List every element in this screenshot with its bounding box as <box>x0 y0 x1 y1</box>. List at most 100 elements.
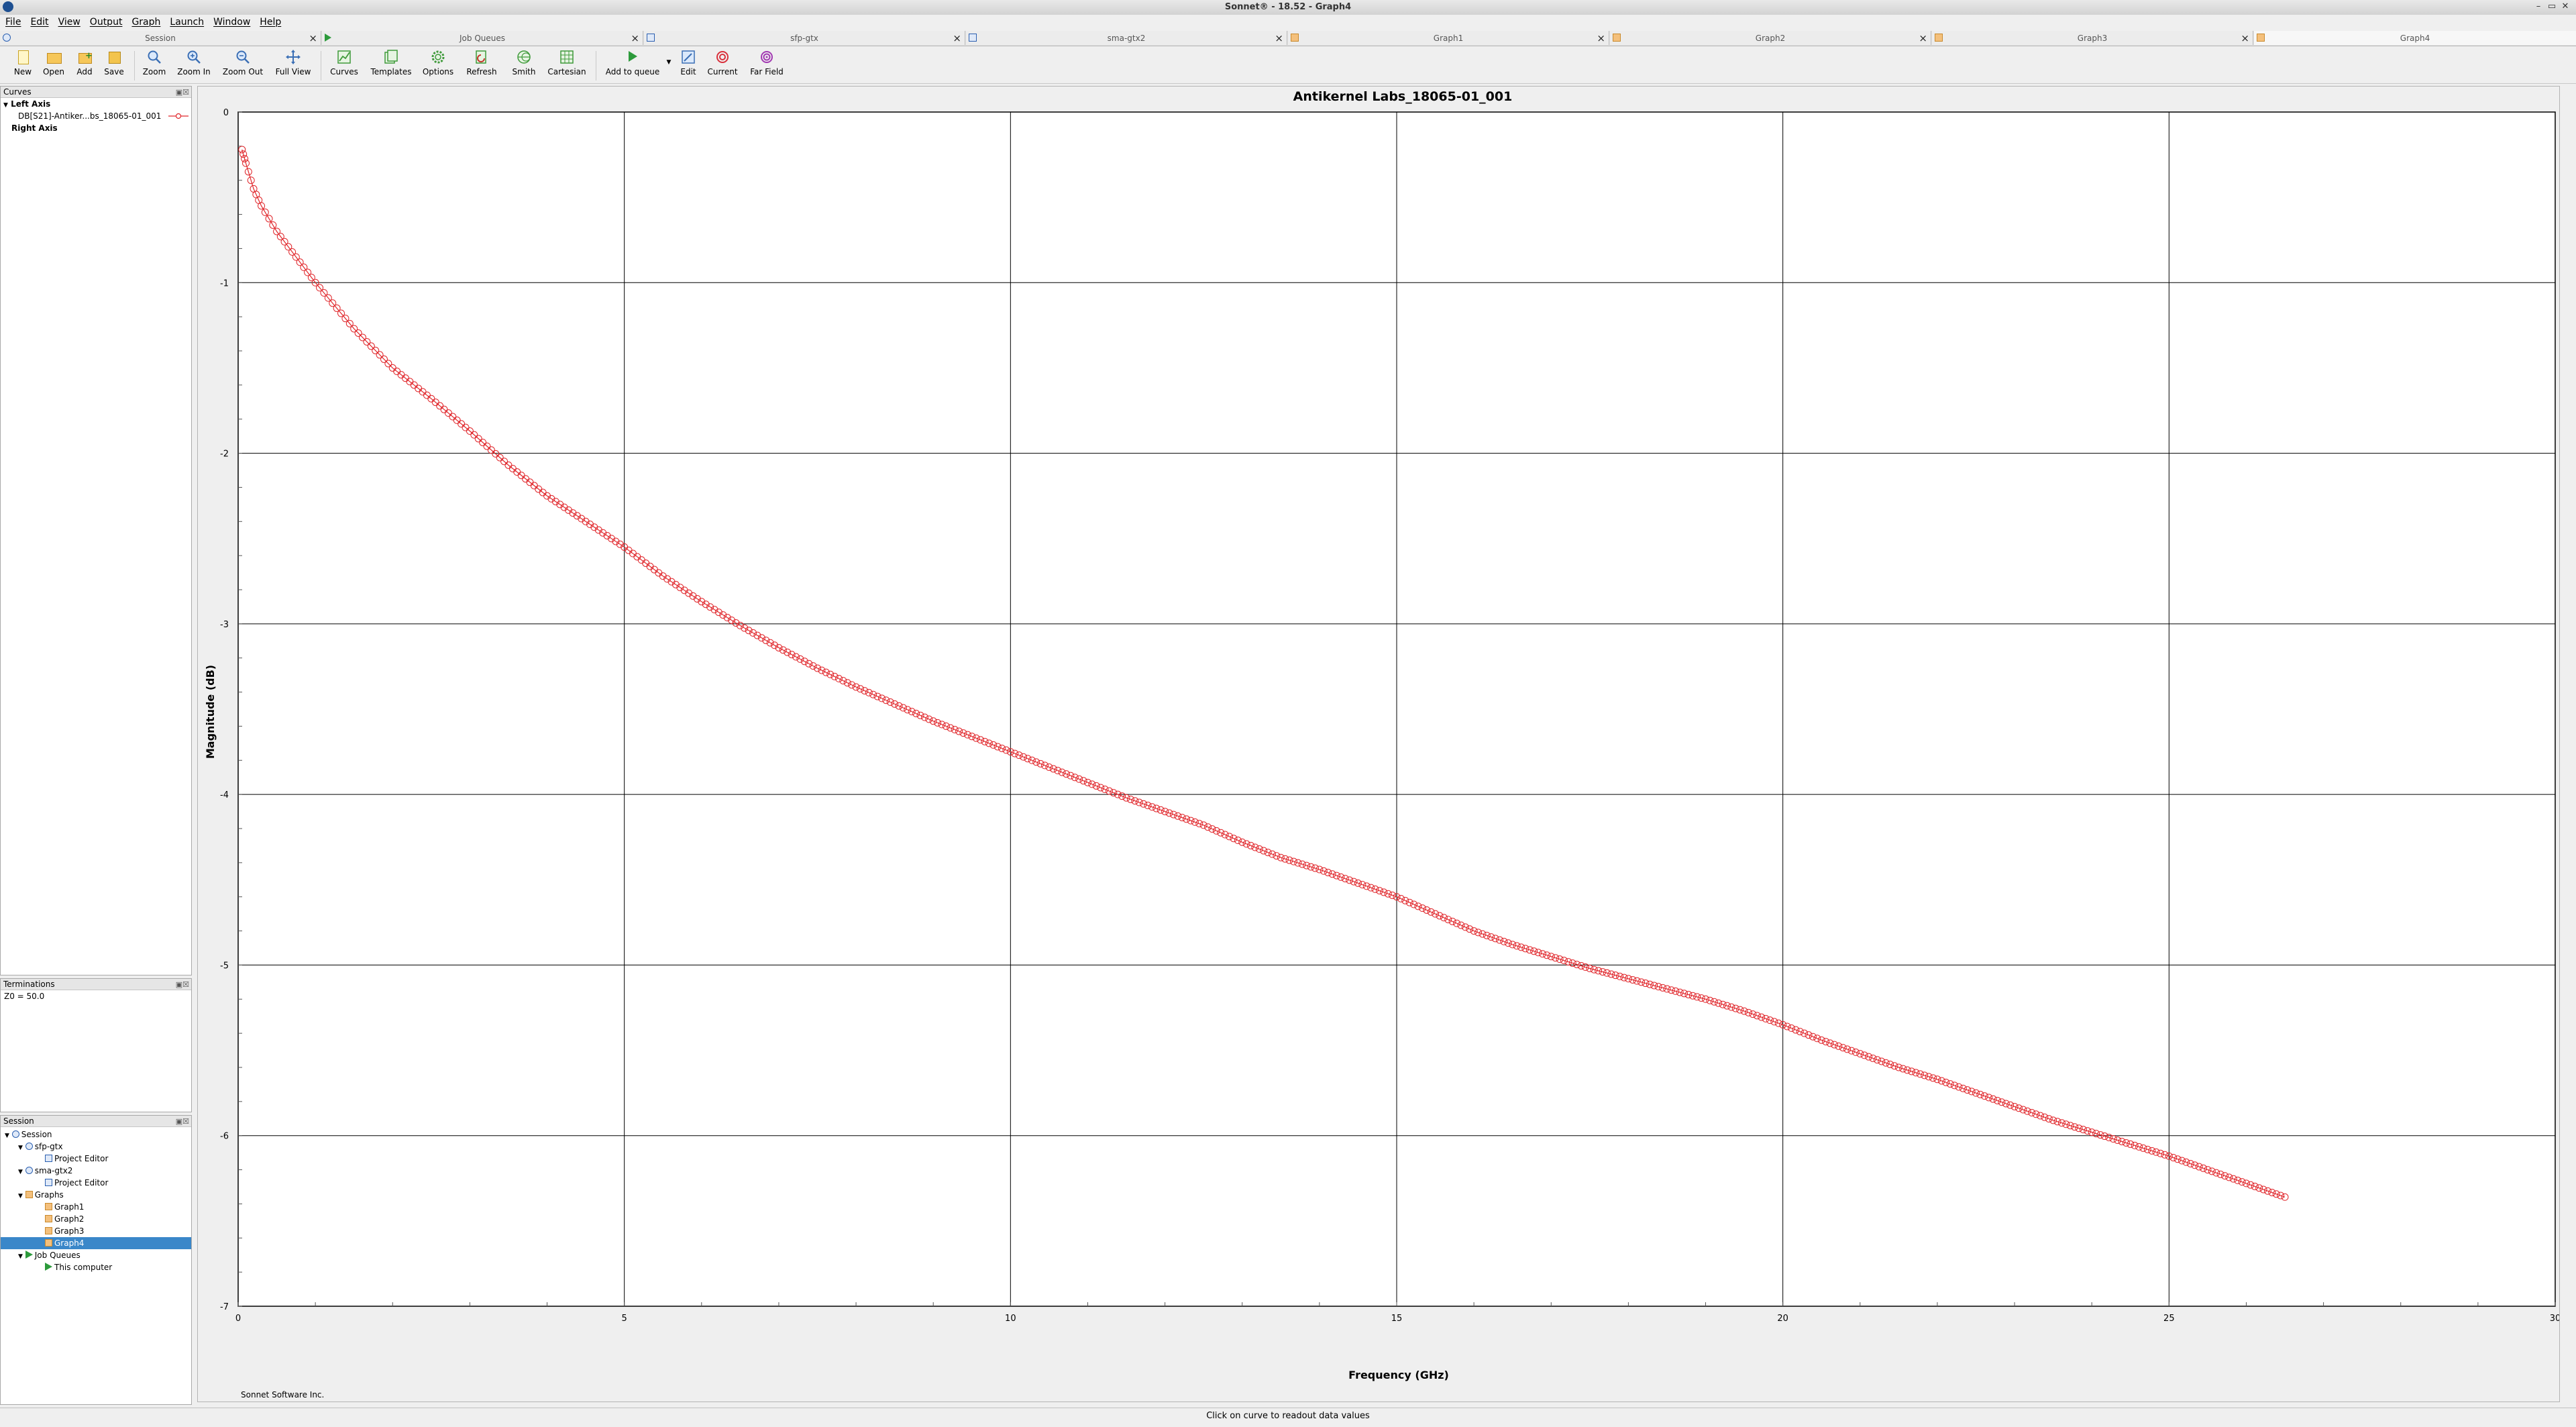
panel-float-close-icon[interactable]: ▣☒ <box>176 1116 189 1127</box>
terminations-panel: Terminations ▣☒ Z0 = 50.0 <box>0 978 192 1112</box>
tree-graph4[interactable]: Graph4 <box>1 1237 191 1249</box>
templates-icon <box>384 50 398 64</box>
x-tick-label: 15 <box>1391 1314 1403 1324</box>
tree-this-computer[interactable]: This computer <box>1 1261 191 1273</box>
close-icon[interactable]: ✕ <box>2559 1 2572 11</box>
collapse-icon[interactable]: ▼ <box>18 1193 23 1200</box>
y-tick-label: -2 <box>220 450 229 460</box>
curves-button[interactable]: Curves <box>327 50 361 76</box>
tree-graph3[interactable]: Graph3 <box>1 1225 191 1237</box>
tab-graph3[interactable]: Graph3 × <box>1932 31 2253 45</box>
close-icon[interactable]: × <box>1597 32 1605 44</box>
tree-project-editor[interactable]: Project Editor <box>1 1177 191 1189</box>
collapse-icon[interactable]: ▼ <box>3 102 8 109</box>
curve-item[interactable]: DB[S21]-Antiker...bs_18065-01_001 <box>1 110 191 122</box>
menu-output[interactable]: Output <box>85 15 127 28</box>
panel-float-close-icon[interactable]: ▣☒ <box>176 980 189 990</box>
zoom-button[interactable]: Zoom <box>141 50 168 76</box>
open-button[interactable]: Open <box>40 50 67 76</box>
options-button[interactable]: Options <box>419 50 458 76</box>
tree-graphs[interactable]: ▼ Graphs <box>1 1189 191 1201</box>
tab-label: Job Queues <box>460 34 505 43</box>
refresh-icon <box>474 50 489 64</box>
smith-chart-icon <box>517 50 531 64</box>
tree-project-sma-gtx2[interactable]: ▼ sma-gtx2 <box>1 1165 191 1177</box>
new-file-icon <box>15 50 30 64</box>
close-icon[interactable]: × <box>2241 32 2249 44</box>
tree-job-queues[interactable]: ▼ Job Queues <box>1 1249 191 1261</box>
close-icon[interactable]: × <box>631 32 639 44</box>
cartesian-button[interactable]: Cartesian <box>545 50 589 76</box>
left-axis-node[interactable]: ▼ Left Axis <box>1 98 191 110</box>
tree-label: Project Editor <box>54 1154 109 1163</box>
tab-job-queues[interactable]: Job Queues × <box>322 31 643 45</box>
tab-graph1[interactable]: Graph1 × <box>1288 31 1609 45</box>
curves-panel-title: Curves <box>3 87 32 97</box>
zoom-label: Zoom <box>142 67 166 76</box>
curves-icon <box>337 50 352 64</box>
project-icon <box>25 1167 33 1174</box>
tree-label: Session <box>21 1130 52 1139</box>
refresh-button[interactable]: Refresh <box>463 50 500 76</box>
save-button[interactable]: Save <box>102 50 126 76</box>
tree-project-sfp-gtx[interactable]: ▼ sfp-gtx <box>1 1141 191 1153</box>
tab-label: sfp-gtx <box>790 34 818 43</box>
minimize-icon[interactable]: – <box>2532 1 2545 11</box>
edit-button[interactable]: Edit <box>676 50 700 76</box>
collapse-icon[interactable]: ▼ <box>18 1145 23 1151</box>
tab-graph2[interactable]: Graph2 × <box>1610 31 1931 45</box>
collapse-icon[interactable]: ▼ <box>18 1169 23 1175</box>
x-tick-label: 5 <box>622 1314 627 1324</box>
add-button[interactable]: + Add <box>72 50 97 76</box>
tab-graph4[interactable]: Graph4 <box>2254 31 2576 45</box>
right-axis-node[interactable]: Right Axis <box>1 122 191 134</box>
x-tick-label: 25 <box>2163 1314 2175 1324</box>
graph-plot[interactable]: Antikernel Labs_18065-01_001 Frequency (… <box>198 87 2561 1402</box>
tree-session[interactable]: ▼ Session <box>1 1128 191 1141</box>
tab-sma-gtx2[interactable]: sma-gtx2 × <box>966 31 1287 45</box>
gear-icon <box>431 50 445 64</box>
collapse-icon[interactable]: ▼ <box>5 1132 9 1139</box>
current-label: Current <box>707 67 738 76</box>
far-field-button[interactable]: Far Field <box>746 50 788 76</box>
panel-float-close-icon[interactable]: ▣☒ <box>176 87 189 98</box>
tree-label: Job Queues <box>34 1251 80 1260</box>
menu-help[interactable]: Help <box>254 15 285 28</box>
menu-launch[interactable]: Launch <box>164 15 208 28</box>
tab-label: Session <box>145 34 176 43</box>
far-field-label: Far Field <box>750 67 784 76</box>
tree-graph1[interactable]: Graph1 <box>1 1201 191 1213</box>
document-tabs: Session × Job Queues × sfp-gtx × sma-gtx… <box>0 31 2576 46</box>
templates-button[interactable]: Templates <box>368 50 415 76</box>
menu-file[interactable]: File <box>0 15 25 28</box>
x-tick-label: 0 <box>235 1314 241 1324</box>
menu-graph[interactable]: Graph <box>126 15 164 28</box>
session-icon <box>11 1130 19 1138</box>
close-icon[interactable]: × <box>309 32 317 44</box>
close-icon[interactable]: × <box>1919 32 1927 44</box>
collapse-icon[interactable]: ▼ <box>18 1253 23 1260</box>
tree-graph2[interactable]: Graph2 <box>1 1213 191 1225</box>
menu-view[interactable]: View <box>53 15 85 28</box>
smith-button[interactable]: Smith <box>507 50 541 76</box>
restore-icon[interactable]: ▭ <box>2545 1 2559 11</box>
menu-edit[interactable]: Edit <box>25 15 52 28</box>
close-icon[interactable]: × <box>953 32 961 44</box>
tab-label: sma-gtx2 <box>1107 34 1146 43</box>
tree-label: Graph2 <box>54 1214 85 1224</box>
new-button[interactable]: New <box>11 50 35 76</box>
full-view-button[interactable]: Full View <box>271 50 315 76</box>
close-icon[interactable]: × <box>1275 32 1283 44</box>
menu-window[interactable]: Window <box>208 15 254 28</box>
zoom-in-label: Zoom In <box>177 67 211 76</box>
cartesian-grid-icon <box>559 50 574 64</box>
add-to-queue-button[interactable]: Add to queue <box>602 50 663 76</box>
tab-session[interactable]: Session × <box>0 31 321 45</box>
session-panel-header: Session ▣☒ <box>1 1116 191 1127</box>
zoom-out-button[interactable]: Zoom Out <box>220 50 266 76</box>
current-button[interactable]: Current <box>706 50 739 76</box>
zoom-in-button[interactable]: Zoom In <box>176 50 212 76</box>
add-to-queue-dropdown[interactable]: ▼ <box>665 56 672 66</box>
tree-project-editor[interactable]: Project Editor <box>1 1153 191 1165</box>
tab-sfp-gtx[interactable]: sfp-gtx × <box>644 31 965 45</box>
